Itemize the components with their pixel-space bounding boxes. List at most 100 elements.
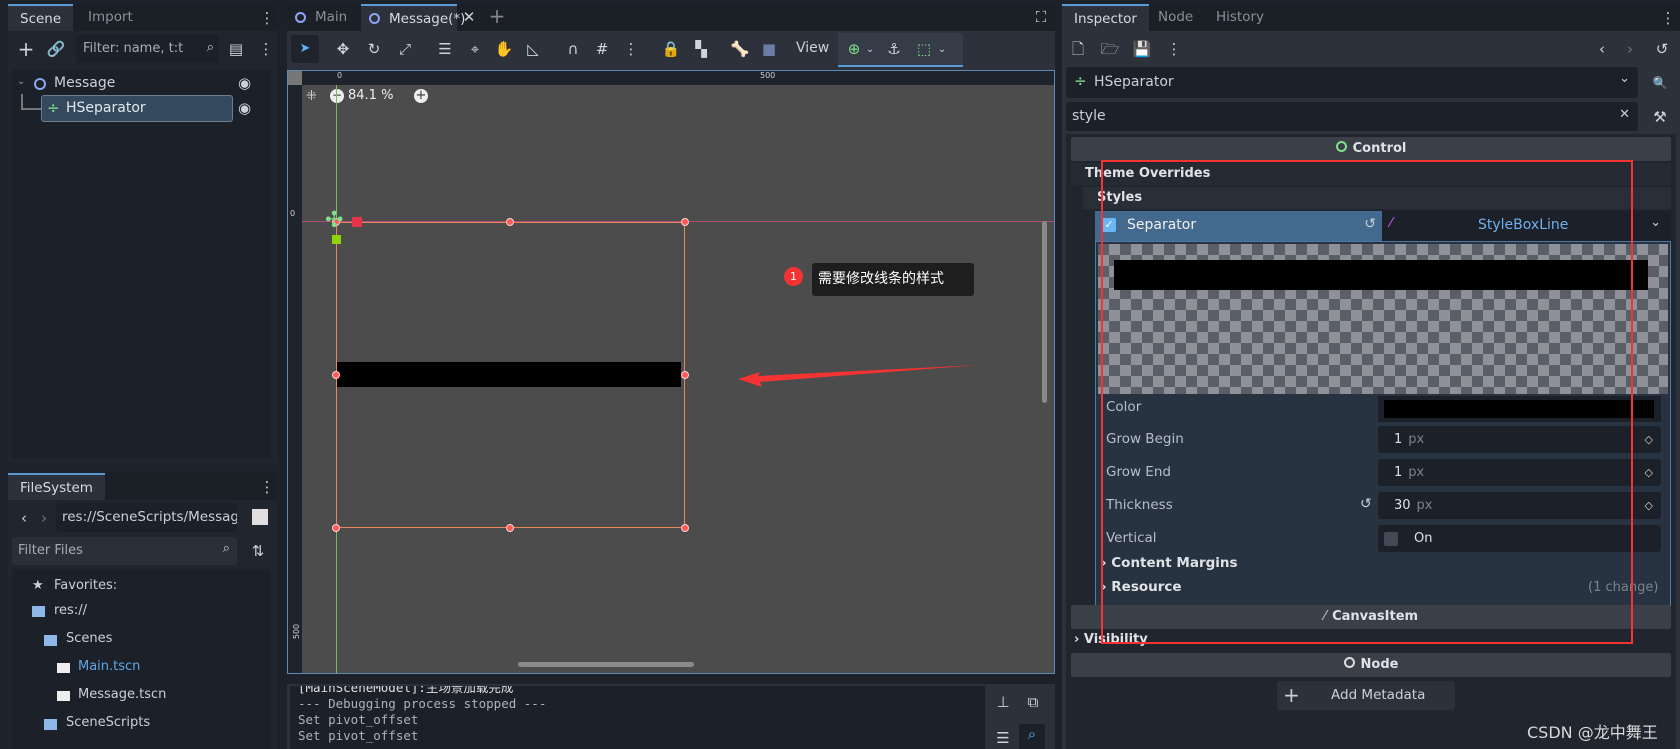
copy-icon[interactable]: ⧉	[1023, 692, 1043, 712]
back-icon[interactable]: ‹	[14, 508, 34, 528]
add-metadata-button[interactable]: + Add Metadata	[1277, 681, 1455, 710]
favorites-item[interactable]: Favorites:	[54, 578, 117, 593]
file-message[interactable]: Message.tscn	[78, 687, 166, 702]
more-icon[interactable]: ⋮	[256, 39, 276, 59]
control-icon	[1335, 141, 1347, 152]
more-icon[interactable]: ⋮	[257, 8, 277, 28]
link-icon[interactable]: 🔗	[46, 39, 66, 59]
canvas-viewport[interactable]: 0 500 0 500 ⁜ − 84.1 % + ✣ 1 需要修改线条的样式	[287, 70, 1055, 674]
editor-tabbar: Main Message(*) ✕ + ⛶	[287, 4, 1055, 31]
tree-item-hseparator[interactable]: ÷ HSeparator	[41, 95, 233, 122]
output-log[interactable]: [MainSceneModel]:主场景加载完成 --- Debugging p…	[290, 686, 985, 749]
list-select-icon[interactable]: ☰	[435, 39, 455, 59]
scene-filter-input[interactable]: Filter: name, t:t ⌕	[76, 35, 219, 63]
canvas-toolbar: ➤ ✥ ↻ ⤢ ☰ ⌖ ✋ ◺ ∩ # ⋮ 🔒 ▚ 🦴 ■ View ⊕ ⌄ ⚓…	[287, 31, 1055, 70]
camera-icon[interactable]: ■	[759, 39, 779, 59]
file-main[interactable]: Main.tscn	[78, 659, 140, 674]
layout-toolbar: ⊕ ⌄ ⚓ ⬚ ⌄	[838, 33, 963, 67]
chevron-down-icon: ⌄	[1619, 71, 1630, 86]
horizontal-scrollbar[interactable]	[518, 662, 694, 667]
folder-icon	[44, 635, 57, 646]
folder-res[interactable]: res://	[54, 603, 87, 618]
node-selector[interactable]: ÷ HSeparator ⌄	[1066, 67, 1638, 98]
tab-filesystem[interactable]: FileSystem	[8, 473, 105, 500]
grid-snap-icon[interactable]: #	[592, 39, 612, 59]
section-node[interactable]: Node	[1071, 653, 1671, 677]
container-sizing-icon[interactable]: ⬚	[914, 39, 934, 59]
history-icon[interactable]: ↺	[1652, 39, 1672, 59]
annotation-arrow	[738, 365, 978, 387]
tab-history[interactable]: History	[1204, 4, 1276, 31]
ruler-icon[interactable]: ◺	[523, 39, 543, 59]
more-icon[interactable]: ⋮	[257, 477, 277, 497]
watermark: CSDN @龙中舞王	[1527, 723, 1658, 742]
spinner-icon[interactable]: ◇	[1645, 492, 1653, 519]
spinner-icon[interactable]: ◇	[1645, 426, 1653, 453]
search-icon[interactable]: ⌕	[1019, 724, 1045, 749]
more-icon[interactable]: ⋮	[1164, 39, 1184, 59]
chevron-down-icon[interactable]: ⌄	[932, 40, 952, 60]
save-icon[interactable]: 💾	[1132, 39, 1152, 59]
move-tool-icon[interactable]: ✥	[333, 39, 353, 59]
tab-message[interactable]: Message(*)	[361, 4, 465, 31]
new-resource-icon[interactable]: 🗋	[1068, 39, 1088, 59]
node-icon	[295, 12, 306, 23]
folder-scenescripts[interactable]: SceneScripts	[66, 715, 150, 730]
more-icon[interactable]: ⋮	[621, 39, 641, 59]
forward-icon[interactable]: ›	[1620, 39, 1640, 59]
tab-scene[interactable]: Scene	[8, 4, 74, 31]
tab-import[interactable]: Import	[76, 4, 145, 31]
folder-scenes[interactable]: Scenes	[66, 631, 112, 646]
add-tab-icon[interactable]: +	[487, 6, 507, 26]
visibility-icon[interactable]: ◉	[238, 99, 251, 117]
chevron-down-icon[interactable]: ⌄	[860, 40, 880, 60]
close-icon[interactable]: ✕	[459, 7, 479, 27]
add-node-icon[interactable]: +	[16, 39, 36, 59]
visibility-icon[interactable]: ◉	[238, 74, 251, 92]
doc-icon[interactable]: 🔍	[1650, 73, 1670, 93]
property-search-input[interactable]: style ✕	[1066, 102, 1638, 131]
tab-inspector[interactable]: Inspector	[1062, 4, 1149, 31]
toggle-split-icon[interactable]	[252, 509, 268, 525]
path-field[interactable]: res://SceneScripts/Message	[56, 503, 237, 532]
view-menu[interactable]: View	[796, 40, 829, 56]
tree-item-message[interactable]: Message	[54, 75, 115, 91]
tree-line	[21, 94, 41, 110]
scene-tabbar: Scene Import ⋮	[8, 4, 277, 31]
more-icon[interactable]: ⋮	[1658, 8, 1678, 28]
inspector-tabbar: Inspector Node History ⋮	[1062, 4, 1680, 31]
section-control[interactable]: Control	[1071, 137, 1671, 161]
smart-snap-icon[interactable]: ∩	[563, 39, 583, 59]
clear-icon[interactable]: ✕	[1619, 107, 1630, 122]
spinner-icon[interactable]: ◇	[1645, 459, 1653, 486]
group-icon[interactable]: ▚	[691, 39, 711, 59]
attach-script-icon[interactable]: ▤	[226, 39, 246, 59]
select-tool-icon[interactable]: ➤	[291, 35, 319, 63]
forward-icon[interactable]: ›	[34, 508, 54, 528]
filesystem-tabbar: FileSystem ⋮	[8, 473, 277, 500]
scene-file-icon	[57, 691, 70, 701]
filter-files-input[interactable]: Filter Files ⌕	[12, 537, 237, 565]
sort-icon[interactable]: ⇅	[248, 541, 268, 561]
filesystem-dock: ‹ › res://SceneScripts/Message Filter Fi…	[8, 500, 277, 749]
tab-node[interactable]: Node	[1146, 4, 1205, 31]
collapse-icon[interactable]: ☰	[993, 728, 1013, 748]
vertical-scrollbar[interactable]	[1042, 221, 1047, 403]
rotate-tool-icon[interactable]: ↻	[364, 39, 384, 59]
tab-main[interactable]: Main	[287, 4, 359, 31]
open-icon[interactable]: 🗁	[1100, 39, 1120, 59]
pivot-icon[interactable]: ⌖	[465, 39, 485, 59]
hseparator-icon: ÷	[47, 99, 60, 117]
node-icon	[369, 13, 380, 24]
tools-icon[interactable]: ⚒	[1650, 107, 1670, 127]
clear-output-icon[interactable]: ⊥	[993, 692, 1013, 712]
chevron-down-icon: ⌄	[1650, 215, 1661, 230]
bone-icon[interactable]: 🦴	[730, 39, 750, 59]
back-icon[interactable]: ‹	[1592, 39, 1612, 59]
lock-icon[interactable]: 🔒	[661, 39, 681, 59]
distraction-free-icon[interactable]: ⛶	[1031, 7, 1051, 27]
anchor-icon[interactable]: ⚓	[884, 39, 904, 59]
pan-icon[interactable]: ✋	[494, 39, 514, 59]
chevron-down-icon[interactable]: ⌄	[17, 76, 25, 87]
scale-tool-icon[interactable]: ⤢	[395, 39, 415, 59]
